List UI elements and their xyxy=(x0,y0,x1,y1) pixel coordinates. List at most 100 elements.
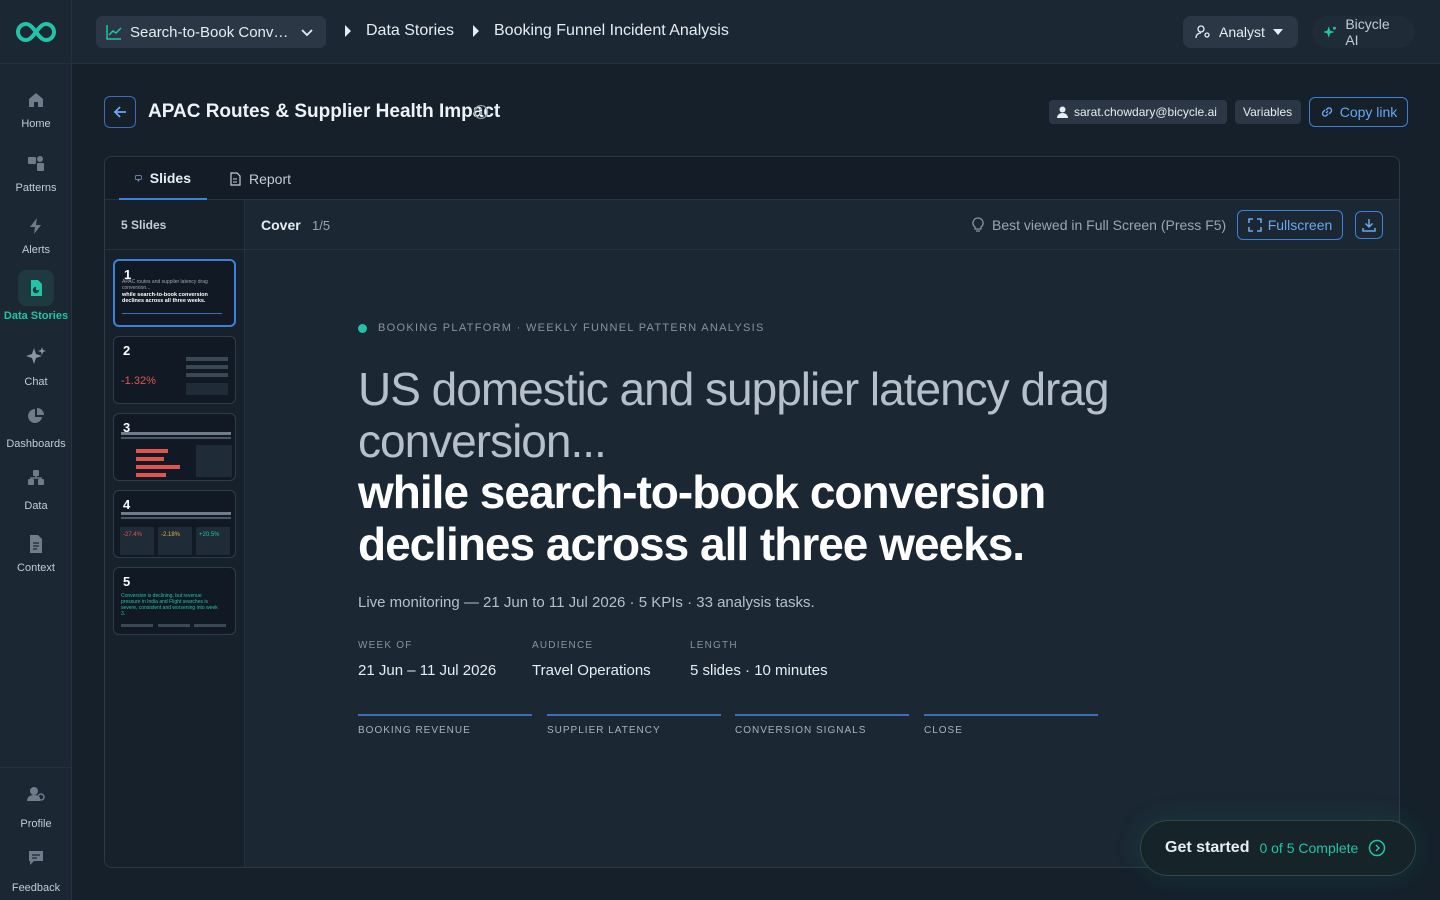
section-supplier-latency: SUPPLIER LATENCY xyxy=(547,714,721,736)
fullscreen-button[interactable]: Fullscreen xyxy=(1237,210,1343,240)
rail-label: Data xyxy=(24,500,48,512)
thumb-text-line xyxy=(186,365,228,369)
section-label: CONVERSION SIGNALS xyxy=(735,725,867,736)
back-button[interactable] xyxy=(104,96,136,128)
thumb-text-line xyxy=(121,432,231,435)
slide-thumbnail-2[interactable]: 2 -1.32% xyxy=(113,336,236,404)
rail-item-data[interactable]: Data xyxy=(0,460,72,512)
thumb-headline: APAC routes and supplier latency drag co… xyxy=(122,279,208,291)
rail-item-patterns[interactable]: Patterns xyxy=(0,146,72,194)
download-button[interactable] xyxy=(1355,211,1383,239)
caret-right-icon xyxy=(345,25,351,37)
slide-thumbnail-5[interactable]: 5 Conversion is declining, but revenue p… xyxy=(113,567,236,635)
rail-item-context[interactable]: Context xyxy=(0,526,72,574)
thumb-text-line xyxy=(186,373,228,377)
slide-thumbnail-4[interactable]: 4 -27.4% -2.18% +20.5% xyxy=(113,490,236,558)
section-label: CLOSE xyxy=(924,725,963,736)
role-dropdown[interactable]: Analyst xyxy=(1183,16,1298,48)
file-icon xyxy=(230,171,241,186)
thumb-bar xyxy=(136,473,166,477)
thumb-text-block xyxy=(186,383,228,395)
variables-button[interactable]: Variables xyxy=(1235,100,1301,124)
rail-item-home[interactable]: Home xyxy=(0,82,72,130)
tab-slides[interactable]: Slides xyxy=(119,157,207,200)
user-gear-icon xyxy=(1195,25,1210,39)
sparkles-icon xyxy=(18,338,54,374)
slide-number: 4 xyxy=(123,497,131,512)
slide-thumbnail-1[interactable]: 1 APAC routes and supplier latency drag … xyxy=(113,259,236,327)
lightbulb-icon xyxy=(972,217,984,232)
breadcrumb-label: Data Stories xyxy=(366,22,455,39)
thumb-bar xyxy=(136,449,168,453)
thumb-kpi-card: -27.4% xyxy=(120,527,154,555)
get-started-title: Get started xyxy=(1165,839,1250,856)
story-selector-dropdown[interactable]: Search-to-Book Conversion Funnel xyxy=(96,16,326,48)
meta-key: WEEK OF xyxy=(358,640,413,651)
bicycle-ai-button[interactable]: Bicycle AI xyxy=(1312,16,1415,48)
monitor-icon xyxy=(135,174,142,181)
rail-item-alerts[interactable]: Alerts xyxy=(0,208,72,256)
rail-item-chat[interactable]: Chat xyxy=(0,338,72,388)
meta-audience: AUDIENCE Travel Operations xyxy=(532,640,651,679)
info-icon[interactable] xyxy=(473,104,489,125)
rail-label: Chat xyxy=(24,376,48,388)
section-bar xyxy=(735,714,909,716)
slide-headline-light: US domestic and supplier latency drag co… xyxy=(358,363,1110,467)
slide-title: Cover xyxy=(261,217,301,233)
slide-thumbnail-3[interactable]: 3 xyxy=(113,413,236,481)
bolt-icon xyxy=(18,208,54,244)
section-conversion-signals: CONVERSION SIGNALS xyxy=(735,714,909,736)
rail-label: Dashboards xyxy=(6,438,66,450)
section-bar xyxy=(924,714,1098,716)
thumb-kpi-value: -27.4% xyxy=(123,532,143,538)
feedback-icon xyxy=(18,840,54,876)
pie-chart-icon xyxy=(18,398,54,434)
thumb-text-line xyxy=(121,624,153,627)
breadcrumb-incident-analysis[interactable]: Booking Funnel Incident Analysis xyxy=(472,22,729,40)
divider xyxy=(105,249,245,250)
arrow-left-icon xyxy=(113,106,126,118)
expand-icon xyxy=(1247,218,1262,232)
tab-report[interactable]: Report xyxy=(213,157,307,200)
thumb-text-block xyxy=(196,445,232,477)
slide-subline: Live monitoring — 21 Jun to 11 Jul 2026 … xyxy=(358,594,815,611)
app-logo[interactable] xyxy=(0,0,71,64)
hint-text: Best viewed in Full Screen (Press F5) xyxy=(992,217,1227,233)
ai-label: Bicycle AI xyxy=(1345,16,1390,48)
slide-count: 5 Slides xyxy=(121,218,167,232)
meta-length: LENGTH 5 slides · 10 minutes xyxy=(690,640,828,679)
meta-value: 21 Jun – 11 Jul 2026 xyxy=(358,662,497,679)
section-label: SUPPLIER LATENCY xyxy=(547,725,661,736)
meta-value: Travel Operations xyxy=(532,662,651,679)
section-bar xyxy=(547,714,721,716)
slide-list-panel: 5 Slides 1 APAC routes and supplier late… xyxy=(105,200,245,867)
rail-item-feedback[interactable]: Feedback xyxy=(0,840,72,894)
rail-item-profile[interactable]: Profile xyxy=(0,776,72,830)
thumb-text-line xyxy=(121,517,231,519)
slide-eyebrow: BOOKING PLATFORM · WEEKLY FUNNEL PATTERN… xyxy=(358,322,765,334)
thumb-text-line xyxy=(158,624,190,627)
profile-icon xyxy=(18,776,54,812)
document-icon xyxy=(18,526,54,562)
thumb-text-line xyxy=(186,357,228,361)
caret-down-icon xyxy=(1272,29,1283,35)
rail-item-dashboards[interactable]: Dashboards xyxy=(0,398,72,450)
breadcrumb-data-stories[interactable]: Data Stories xyxy=(344,22,454,40)
link-icon xyxy=(1321,107,1332,117)
thumb-headline-bold: while search-to-book conversion declines… xyxy=(122,292,208,304)
copy-link-button[interactable]: Copy link xyxy=(1309,97,1408,127)
story-selector-label: Search-to-Book Conversion Funnel xyxy=(130,23,292,41)
get-started-button[interactable]: Get started 0 of 5 Complete xyxy=(1140,820,1416,876)
slide-headline-bold: while search-to-book conversion declines… xyxy=(358,466,1046,570)
slide-counter: 1/5 xyxy=(312,218,331,233)
tab-label: Slides xyxy=(149,169,191,186)
status-dot-icon xyxy=(358,323,367,333)
thumb-text-line xyxy=(194,624,226,627)
eyebrow-text: BOOKING PLATFORM · WEEKLY FUNNEL PATTERN… xyxy=(378,322,765,334)
line-chart-icon xyxy=(106,25,122,40)
copy-link-label: Copy link xyxy=(1339,104,1398,120)
rail-item-data-stories[interactable]: Data Stories xyxy=(0,270,72,322)
section-bar xyxy=(358,714,532,716)
thumb-kpi-card: +20.5% xyxy=(196,527,230,555)
user-icon xyxy=(1057,106,1068,118)
